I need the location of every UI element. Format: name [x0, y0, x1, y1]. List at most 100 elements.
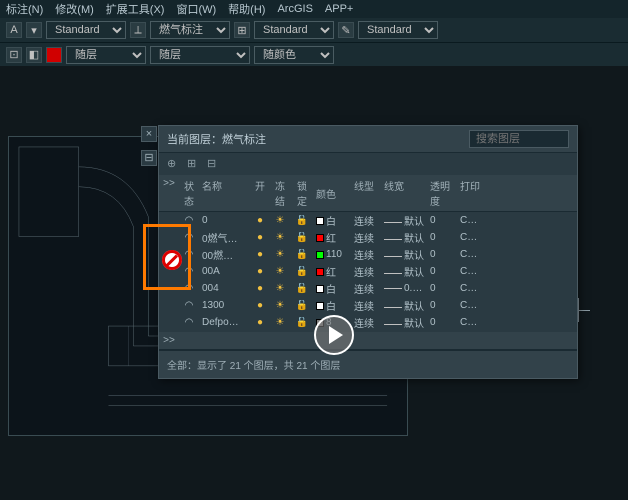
table-row[interactable]: ◠004●☀🔓白连续0.1…0Col…: [159, 280, 577, 297]
color-cell[interactable]: 白: [313, 281, 351, 296]
transparency-cell[interactable]: 0: [427, 215, 457, 226]
text-style-select[interactable]: Standard: [46, 21, 126, 39]
bulb-icon[interactable]: ●: [251, 283, 269, 294]
table-style-icon[interactable]: ⊞: [234, 22, 250, 38]
layer-name[interactable]: 00A: [199, 266, 251, 277]
linetype-cell[interactable]: 连续: [351, 247, 381, 262]
layer-name[interactable]: 004: [199, 283, 251, 294]
transparency-cell[interactable]: 0: [427, 249, 457, 260]
expand-toggle-bottom[interactable]: >>: [159, 335, 179, 346]
video-play-button[interactable]: [314, 315, 354, 355]
menu-extensions[interactable]: 扩展工具(X): [106, 1, 165, 17]
transparency-cell[interactable]: 0: [427, 266, 457, 277]
mleader-style-select[interactable]: Standard: [358, 21, 438, 39]
col-plot[interactable]: 打印: [457, 178, 485, 208]
layer-name[interactable]: 0: [199, 215, 251, 226]
bulb-icon[interactable]: ●: [251, 317, 269, 328]
delete-layer-icon[interactable]: ⊟: [207, 157, 221, 171]
sun-icon[interactable]: ☀: [269, 232, 291, 243]
lock-icon[interactable]: 🔓: [291, 266, 313, 277]
transparency-cell[interactable]: 0: [427, 232, 457, 243]
plot-cell[interactable]: Col…: [457, 215, 485, 226]
menu-help[interactable]: 帮助(H): [228, 1, 265, 17]
lock-icon[interactable]: 🔓: [291, 249, 313, 260]
new-filter-icon[interactable]: ⊞: [187, 157, 201, 171]
col-lineweight[interactable]: 线宽: [381, 178, 427, 208]
tool-icon-1[interactable]: ⊡: [6, 47, 22, 63]
lineweight-cell[interactable]: 0.1…: [381, 283, 427, 294]
text-style-icon[interactable]: A: [6, 22, 22, 38]
layer-name[interactable]: 00燃…: [199, 247, 251, 262]
table-style-select[interactable]: Standard: [254, 21, 334, 39]
color-cell[interactable]: 白: [313, 298, 351, 313]
transparency-cell[interactable]: 0: [427, 317, 457, 328]
layer-select[interactable]: 随层: [66, 46, 146, 64]
dim-style-select[interactable]: 燃气标注: [150, 21, 230, 39]
dim-style-icon[interactable]: ⟂: [130, 22, 146, 38]
color-cell[interactable]: 110: [313, 249, 351, 260]
col-name[interactable]: 名称: [199, 178, 251, 208]
lineweight-cell[interactable]: 默认: [381, 230, 427, 245]
bulb-icon[interactable]: ●: [251, 266, 269, 277]
color-cell[interactable]: 红: [313, 230, 351, 245]
linetype-cell[interactable]: 连续: [351, 264, 381, 279]
bulb-icon[interactable]: ●: [251, 300, 269, 311]
table-row[interactable]: ◠00燃…●☀🔓110连续默认0Col…: [159, 246, 577, 263]
menu-modify[interactable]: 修改(M): [55, 1, 94, 17]
lineweight-cell[interactable]: 默认: [381, 213, 427, 228]
table-row[interactable]: ◠00A●☀🔓红连续默认0Col…: [159, 263, 577, 280]
lock-icon[interactable]: 🔓: [291, 215, 313, 226]
panel-close-icon[interactable]: ×: [141, 126, 157, 142]
panel-pin-icon[interactable]: ⊟: [141, 150, 157, 166]
lock-icon[interactable]: 🔓: [291, 300, 313, 311]
dropdown-icon[interactable]: ▾: [26, 22, 42, 38]
sun-icon[interactable]: ☀: [269, 249, 291, 260]
transparency-cell[interactable]: 0: [427, 300, 457, 311]
lineweight-cell[interactable]: 默认: [381, 315, 427, 330]
layer-name[interactable]: 0燃气…: [199, 230, 251, 245]
lineweight-cell[interactable]: 默认: [381, 298, 427, 313]
lock-icon[interactable]: 🔓: [291, 232, 313, 243]
table-row[interactable]: ◠0燃气…●☀🔓红连续默认0Col…: [159, 229, 577, 246]
lock-icon[interactable]: 🔓: [291, 283, 313, 294]
transparency-cell[interactable]: 0: [427, 283, 457, 294]
color-cell[interactable]: 红: [313, 264, 351, 279]
col-color[interactable]: 颜色: [313, 178, 351, 208]
layer-name[interactable]: Defpo…: [199, 317, 251, 328]
menu-annotate[interactable]: 标注(N): [6, 1, 43, 17]
col-lock[interactable]: 锁定: [291, 178, 313, 208]
col-linetype[interactable]: 线型: [351, 178, 381, 208]
linetype-cell[interactable]: 连续: [351, 230, 381, 245]
color-cell[interactable]: 白: [313, 213, 351, 228]
new-layer-icon[interactable]: ⊕: [167, 157, 181, 171]
plot-cell[interactable]: Col…: [457, 283, 485, 294]
lineweight-cell[interactable]: 默认: [381, 264, 427, 279]
plot-cell[interactable]: Col…: [457, 300, 485, 311]
sun-icon[interactable]: ☀: [269, 317, 291, 328]
sun-icon[interactable]: ☀: [269, 300, 291, 311]
sun-icon[interactable]: ☀: [269, 283, 291, 294]
layer-name[interactable]: 1300: [199, 300, 251, 311]
plot-cell[interactable]: Col…: [457, 317, 485, 328]
lineweight-cell[interactable]: 默认: [381, 247, 427, 262]
col-on[interactable]: 开: [251, 178, 269, 208]
bulb-icon[interactable]: ●: [251, 215, 269, 226]
tool-icon-2[interactable]: ◧: [26, 47, 42, 63]
plot-cell[interactable]: Col…: [457, 266, 485, 277]
lock-icon[interactable]: 🔓: [291, 317, 313, 328]
bulb-icon[interactable]: ●: [251, 232, 269, 243]
col-freeze[interactable]: 冻结: [269, 178, 291, 208]
linetype-cell[interactable]: 连续: [351, 213, 381, 228]
layer-search-input[interactable]: [469, 130, 569, 148]
mleader-style-icon[interactable]: ✎: [338, 22, 354, 38]
table-row[interactable]: ◠1300●☀🔓白连续默认0Col…: [159, 297, 577, 314]
menu-window[interactable]: 窗口(W): [176, 1, 216, 17]
menu-arcgis[interactable]: ArcGIS: [277, 3, 312, 15]
color-swatch-icon[interactable]: [46, 47, 62, 63]
linetype-cell[interactable]: 连续: [351, 315, 381, 330]
sun-icon[interactable]: ☀: [269, 266, 291, 277]
table-row[interactable]: ◠0●☀🔓白连续默认0Col…: [159, 212, 577, 229]
plot-cell[interactable]: Col…: [457, 232, 485, 243]
color-select[interactable]: 随颜色: [254, 46, 334, 64]
menu-app-plus[interactable]: APP+: [325, 3, 353, 15]
